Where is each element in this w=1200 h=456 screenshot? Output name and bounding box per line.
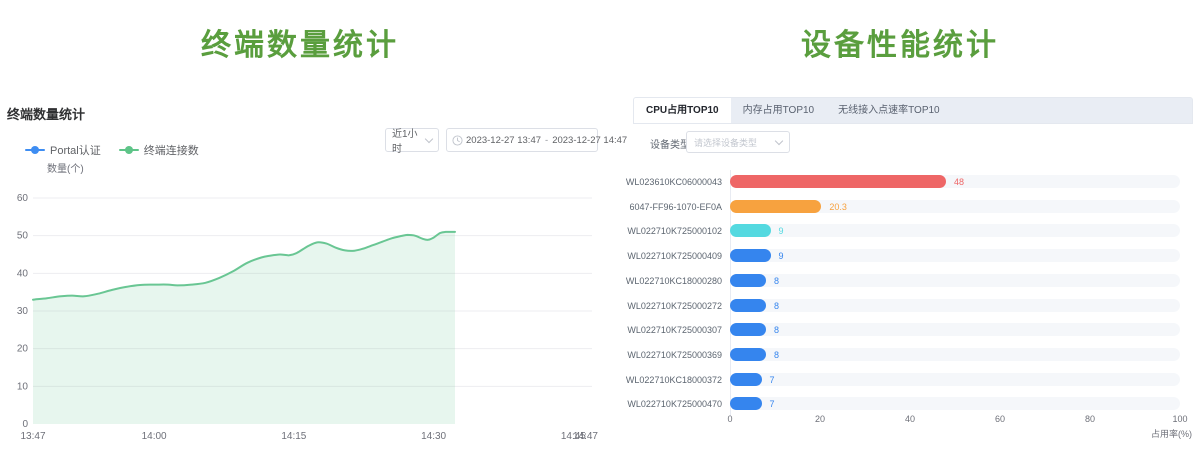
bar-track — [730, 200, 1180, 213]
bar-category-label: WL022710K725000102 — [612, 226, 722, 236]
bar-track — [730, 397, 1180, 410]
time-range-select[interactable]: 近1小时 — [385, 128, 439, 152]
bar-track — [730, 373, 1180, 386]
bar-category-label: WL022710K725000272 — [612, 301, 722, 311]
time-range-select-value: 近1小时 — [392, 125, 426, 155]
bar-track — [730, 323, 1180, 336]
bar-x-axis-title: 占用率(%) — [1151, 427, 1192, 440]
y-tick-label: 50 — [17, 231, 29, 242]
chevron-down-icon — [425, 135, 433, 143]
legend-marker-icon — [119, 149, 139, 151]
bar-fill — [730, 299, 766, 312]
bar-track — [730, 299, 1180, 312]
y-tick-label: 60 — [17, 193, 29, 204]
y-tick-label: 40 — [17, 268, 29, 279]
bar-x-tick-label: 80 — [1085, 414, 1095, 424]
bar-value-label: 7 — [770, 375, 775, 385]
bar-category-label: WL022710KC18000280 — [612, 276, 722, 286]
bar-category-label: WL022710KC18000372 — [612, 375, 722, 385]
bar-fill — [730, 397, 762, 410]
date-range-start: 2023-12-27 13:47 — [466, 135, 541, 146]
terminal-count-card-title: 终端数量统计 — [7, 104, 85, 123]
bar-x-tick-label: 20 — [815, 414, 825, 424]
terminal-count-line-chart: 0 10 20 30 40 50 60 数量(个) 13:47 14:00 14:15 14:30 14… — [0, 160, 600, 456]
legend-label: 终端连接数 — [144, 142, 199, 158]
bar-value-label: 9 — [779, 226, 784, 236]
bar-fill — [730, 323, 766, 336]
legend-item-1[interactable]: 终端连接数 — [119, 142, 199, 158]
y-tick-label: 20 — [17, 344, 29, 355]
bar-category-label: WL022710K725000369 — [612, 350, 722, 360]
bar-fill — [730, 373, 762, 386]
bar-x-tick-label: 40 — [905, 414, 915, 424]
bar-category-label: WL023610KC06000043 — [612, 177, 722, 187]
x-tick-label: 14:00 — [142, 431, 167, 442]
bar-value-label: 8 — [774, 350, 779, 360]
bar-value-label: 8 — [774, 325, 779, 335]
bar-track — [730, 348, 1180, 361]
bar-value-label: 20.3 — [829, 202, 847, 212]
x-tick-label: 14:30 — [421, 431, 446, 442]
cpu-top10-bar-chart: WL023610KC06000043 48 6047-FF96-1070-EF0A 2… — [600, 0, 1200, 456]
bar-fill — [730, 249, 771, 262]
x-tick-label: 14:47 — [573, 431, 598, 442]
bar-x-tick-label: 60 — [995, 414, 1005, 424]
bar-category-label: WL022710K725000409 — [612, 251, 722, 261]
bar-fill — [730, 200, 821, 213]
bar-value-label: 9 — [779, 251, 784, 261]
bar-track — [730, 224, 1180, 237]
device-performance-panel: 设备性能统计 CPU占用TOP10内存占用TOP10无线接入点速率TOP10 设… — [600, 0, 1200, 456]
legend-item-0[interactable]: Portal认证 — [25, 142, 101, 158]
bar-x-tick-label: 0 — [727, 414, 732, 424]
bar-category-label: 6047-FF96-1070-EF0A — [612, 202, 722, 212]
bar-value-label: 7 — [770, 399, 775, 409]
bar-fill — [730, 224, 771, 237]
clock-icon — [452, 135, 463, 146]
y-tick-label: 10 — [17, 381, 29, 392]
x-tick-label: 14:15 — [281, 431, 306, 442]
bar-fill — [730, 175, 946, 188]
series-area-fill — [33, 232, 455, 424]
date-range-separator: - — [544, 135, 549, 146]
bar-value-label: 8 — [774, 301, 779, 311]
bar-track — [730, 249, 1180, 262]
terminal-count-panel: 终端数量统计 终端数量统计 近1小时 2023-12-27 13:47 - 20… — [0, 0, 600, 456]
legend-marker-icon — [25, 149, 45, 151]
bar-category-label: WL022710K725000470 — [612, 399, 722, 409]
legend-label: Portal认证 — [50, 142, 101, 158]
bar-category-label: WL022710K725000307 — [612, 325, 722, 335]
y-tick-label: 30 — [17, 306, 29, 317]
bar-value-label: 48 — [954, 177, 964, 187]
date-range-picker[interactable]: 2023-12-27 13:47 - 2023-12-27 14:47 — [446, 128, 598, 152]
bar-x-tick-label: 100 — [1172, 414, 1187, 424]
bar-fill — [730, 348, 766, 361]
y-tick-label: 0 — [22, 419, 28, 430]
x-tick-label: 13:47 — [20, 431, 45, 442]
bar-value-label: 8 — [774, 276, 779, 286]
left-banner-title: 终端数量统计 — [0, 20, 600, 64]
y-axis-title: 数量(个) — [47, 162, 84, 175]
legend: Portal认证 终端连接数 — [25, 143, 199, 157]
bar-fill — [730, 274, 766, 287]
bar-track — [730, 274, 1180, 287]
